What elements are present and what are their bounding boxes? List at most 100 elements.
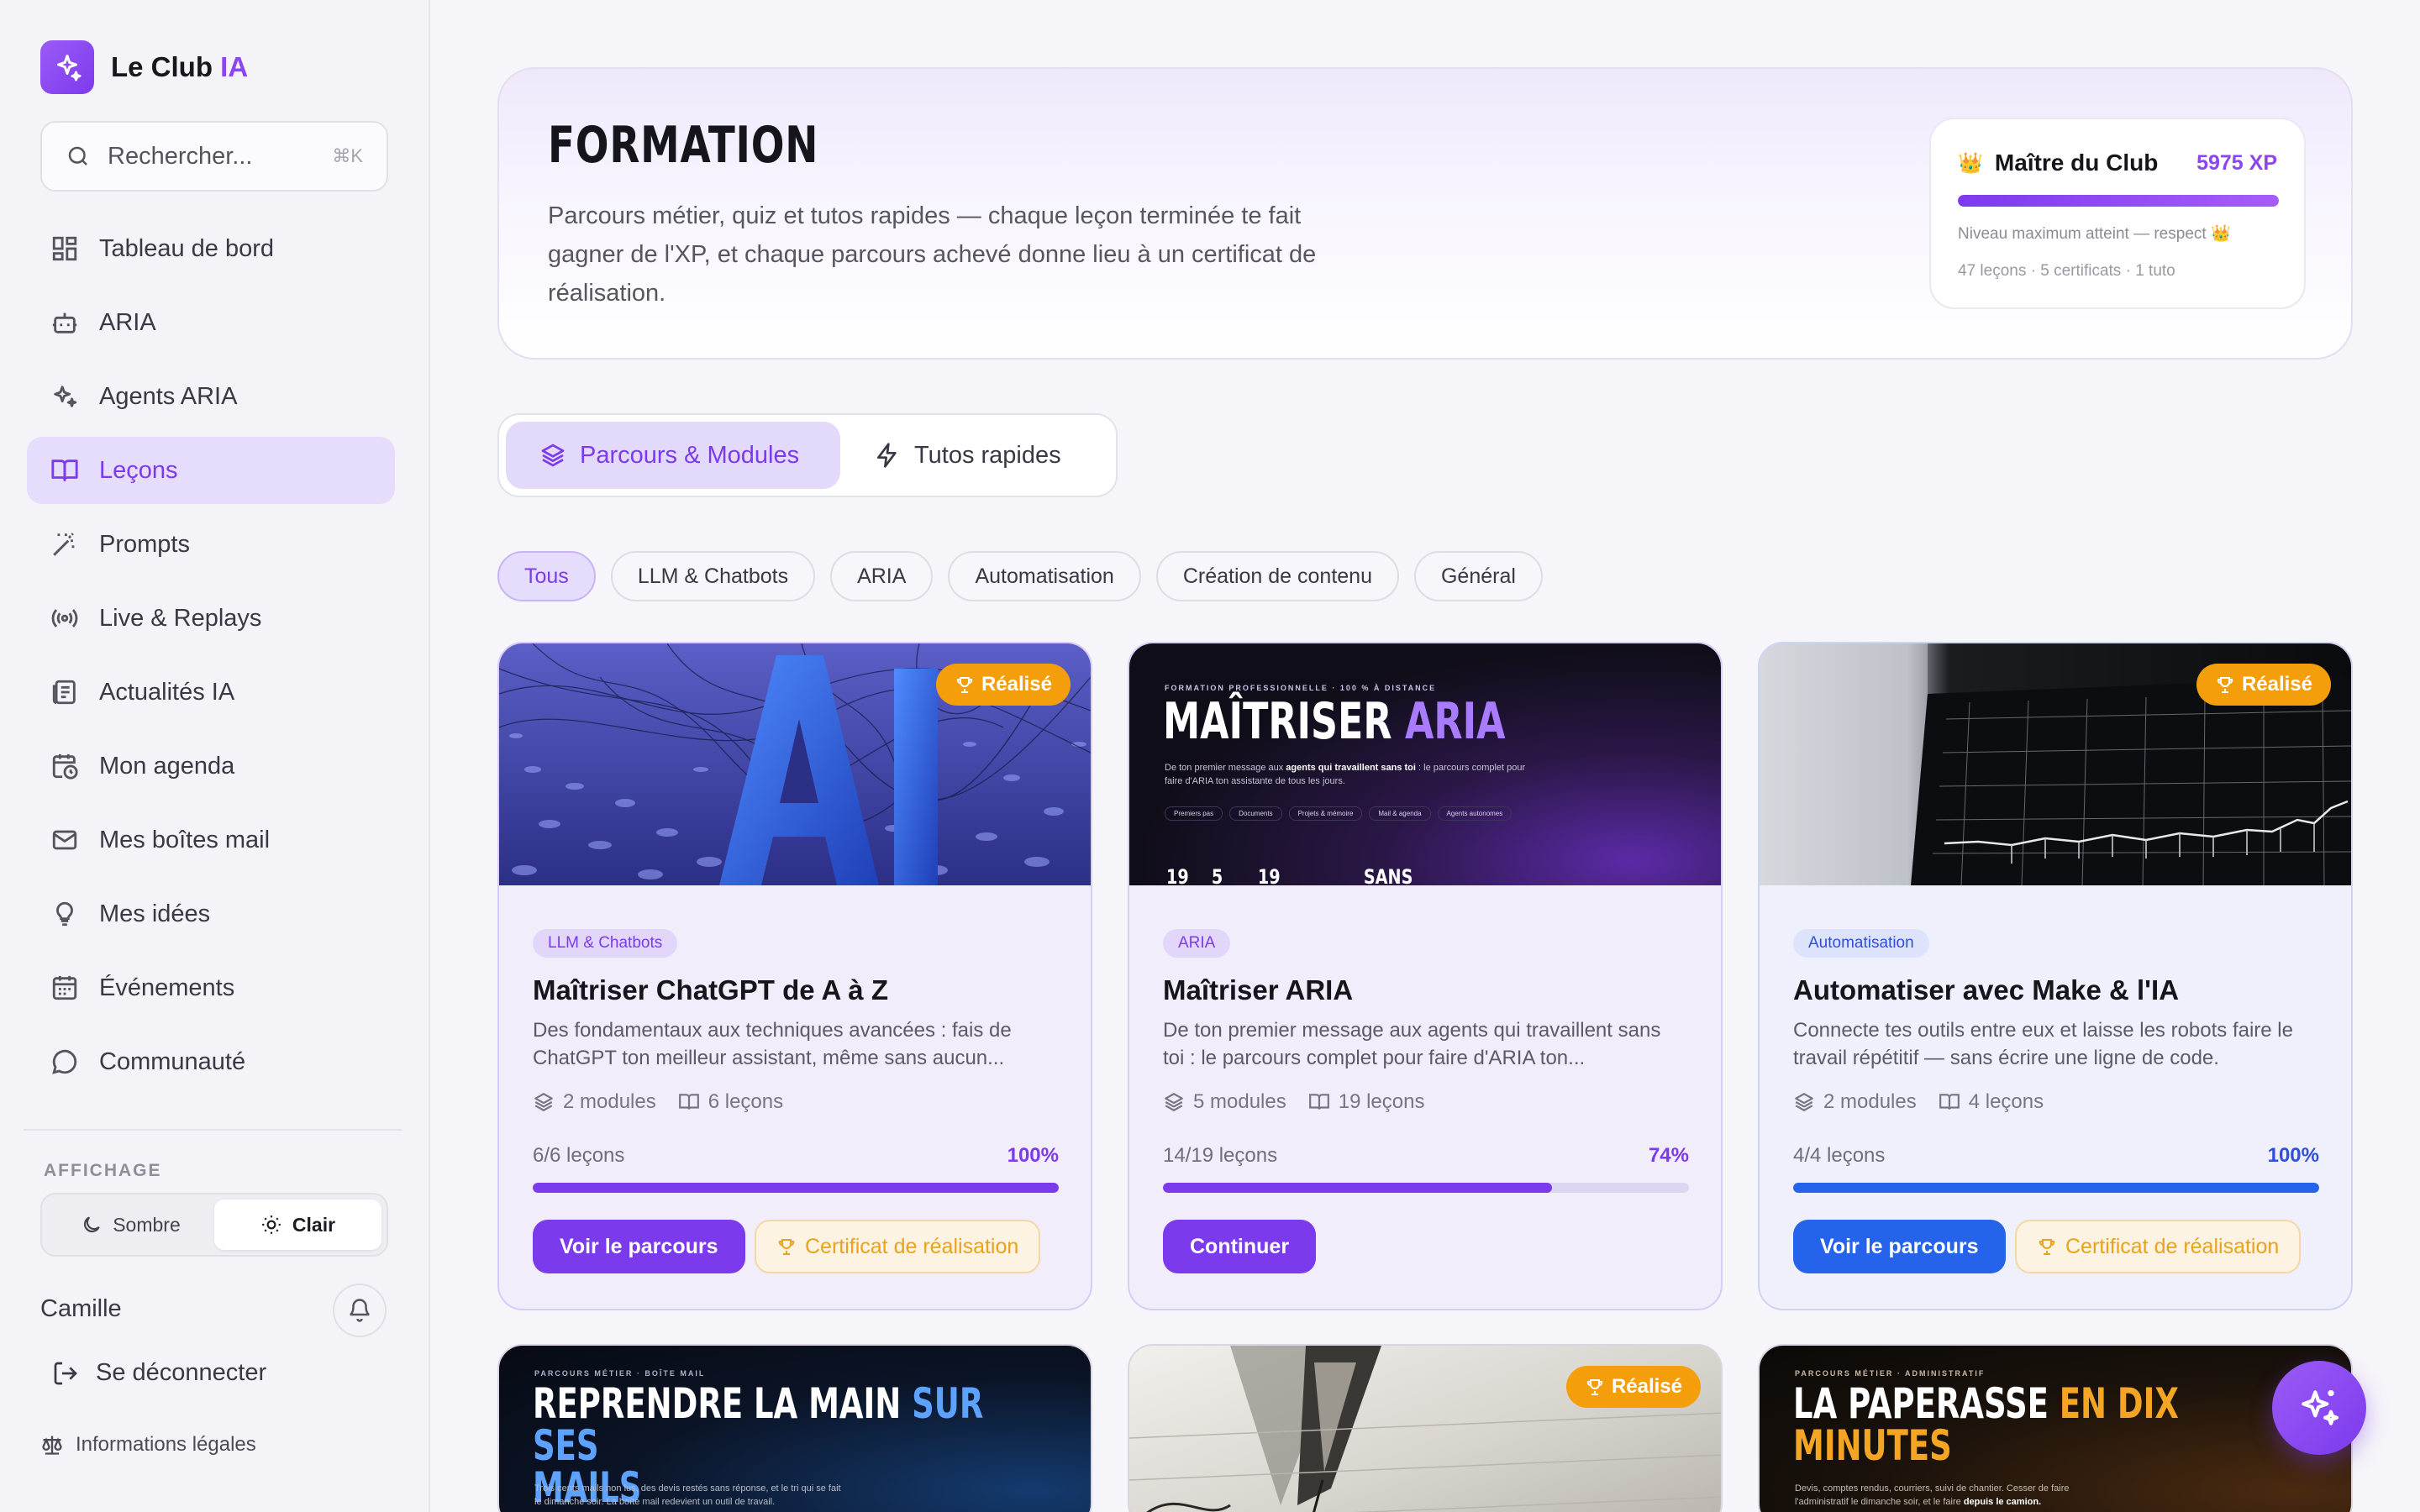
completed-badge-label: Réalisé [1611,1375,1682,1398]
theme-light-label: Clair [292,1213,336,1236]
continue-button[interactable]: Continuer [1163,1220,1317,1273]
search-icon [68,146,87,165]
course-card[interactable]: PARCOURS MÉTIER · BOÎTE MAIL REPRENDRE L… [497,1344,1092,1512]
sidebar-item-actualites-ia[interactable]: Actualités IA [27,659,395,726]
course-card[interactable]: Réalisé LLM & Chatbots Maîtriser ChatGPT… [497,642,1092,1310]
module-count: 5 modules [1193,1090,1286,1113]
sparkles-icon [54,386,77,407]
sidebar-item-label: Tableau de bord [99,234,274,262]
sidebar-item-label: Prompts [99,530,190,558]
course-card[interactable]: FORMATION PROFESSIONNELLE · 100 % À DIST… [1128,642,1723,1310]
certificate-label: Certificat de réalisation [2065,1234,2280,1258]
assistant-fab-button[interactable] [2272,1361,2366,1455]
lesson-count: 4 leçons [1968,1090,2044,1113]
course-title: Maîtriser ChatGPT de A à Z [533,974,888,1005]
trophy-icon [2217,677,2233,693]
certificate-button[interactable]: Certificat de réalisation [755,1220,1041,1273]
completed-badge-label: Réalisé [2241,673,2312,696]
book-open-icon [1308,1094,1329,1110]
brand-name: Le Club IA [111,51,249,82]
course-card[interactable]: Réalisé [1128,1344,1723,1512]
course-title: Maîtriser ARIA [1163,974,1354,1005]
search-input[interactable]: Rechercher... ⌘K [40,121,388,192]
search-placeholder: Rechercher... [108,142,253,170]
thumb-kicker: PARCOURS MÉTIER · BOÎTE MAIL [534,1369,706,1378]
certificate-button[interactable]: Certificat de réalisation [2015,1220,2302,1273]
view-course-button[interactable]: Voir le parcours [1793,1220,2006,1273]
calendar-icon [52,975,77,1000]
thumb-headline: MAÎTRISER ARIA [1163,692,1506,751]
hero-banner: FORMATION Parcours métier, quiz et tutos… [497,67,2353,360]
mail-icon [52,830,77,850]
completed-badge-label: Réalisé [981,673,1052,696]
notifications-button[interactable] [333,1284,387,1337]
category-tag: LLM & Chatbots [533,929,678,958]
tab-parcours-modules[interactable]: Parcours & Modules [506,422,840,489]
filter-chip-aria[interactable]: ARIA [830,551,934,601]
filter-chip-general[interactable]: Général [1413,551,1543,601]
progress-row: 4/4 leçons 100% [1793,1144,2319,1168]
thumb-kicker: PARCOURS MÉTIER · ADMINISTRATIF [1795,1369,1986,1378]
progress-bar [533,1183,1059,1193]
progress-row: 6/6 leçons 100% [533,1144,1059,1168]
tab-tutos-rapides[interactable]: Tutos rapides [840,422,1095,489]
logout-icon [54,1362,77,1384]
xp-progress-fill [1958,195,2279,207]
xp-stats: 47 leçons · 5 certificats · 1 tuto [1958,262,2175,280]
search-shortcut: ⌘K [332,145,363,166]
module-count: 2 modules [1823,1090,1917,1113]
brand[interactable]: Le Club IA [40,40,248,94]
filter-chip-automatisation[interactable]: Automatisation [948,551,1141,601]
progress-text: 4/4 leçons [1793,1144,1886,1167]
sidebar-item-evenements[interactable]: Événements [27,954,395,1021]
sidebar-item-label: Mes idées [99,900,211,927]
course-card[interactable]: PARCOURS MÉTIER · ADMINISTRATIF LA PAPER… [1758,1344,2353,1512]
crown-icon: 👑 [1958,151,1983,175]
thumb-kicker: FORMATION PROFESSIONNELLE · 100 % À DIST… [1165,684,1437,692]
trophy-icon [778,1239,795,1255]
xp-card: 👑 Maître du Club 5975 XP Niveau maximum … [1929,118,2306,309]
course-meta: 2 modules 6 leçons [533,1090,805,1114]
sidebar-item-live-replays[interactable]: Live & Replays [27,585,395,652]
sidebar-item-mon-agenda[interactable]: Mon agenda [27,732,395,800]
progress-bar [1163,1183,1689,1193]
trophy-icon [1586,1379,1603,1395]
completed-badge: Réalisé [1565,1366,1701,1408]
sidebar-item-tableau-de-bord[interactable]: Tableau de bord [27,215,395,282]
sidebar-item-label: Événements [99,974,235,1001]
sidebar-item-lecons[interactable]: Leçons [27,437,395,504]
category-tag: ARIA [1163,929,1231,958]
sidebar-item-prompts[interactable]: Prompts [27,511,395,578]
view-course-button[interactable]: Voir le parcours [533,1220,745,1273]
book-open-icon [1939,1094,1960,1110]
completed-badge: Réalisé [2196,664,2331,706]
sidebar-item-mes-idees[interactable]: Mes idées [27,880,395,948]
thumb-subtitle: De ton premier message aux agents qui tr… [1165,763,1526,786]
course-description: Connecte tes outils entre eux et laisse … [1793,1019,2293,1069]
page-description: Parcours métier, quiz et tutos rapides —… [548,202,1317,307]
filter-chip-llm-chatbots[interactable]: LLM & Chatbots [610,551,816,601]
sidebar-item-aria[interactable]: ARIA [27,289,395,356]
sidebar-item-communaute[interactable]: Communauté [27,1028,395,1095]
legal-link[interactable]: Informations légales [40,1433,256,1457]
sidebar-item-mes-boites-mail[interactable]: Mes boîtes mail [27,806,395,874]
logout-button[interactable]: Se déconnecter [52,1359,266,1387]
book-open-icon [51,459,78,481]
theme-toggle: Sombre Clair [40,1193,388,1257]
filter-chip-creation-contenu[interactable]: Création de contenu [1155,551,1399,601]
course-card[interactable]: Réalisé Automatisation Automatiser avec … [1758,642,2353,1310]
filter-chip-tous[interactable]: Tous [497,551,596,601]
theme-dark-label: Sombre [113,1213,181,1236]
completed-badge: Réalisé [935,664,1071,706]
theme-light-button[interactable]: Clair [214,1200,381,1250]
display-label: AFFICHAGE [44,1161,162,1180]
thumb-subtitle: Devis, comptes rendus, courriers, suivi … [1795,1483,2070,1507]
legal-label: Informations légales [76,1433,256,1456]
theme-dark-button[interactable]: Sombre [47,1200,214,1250]
sidebar-item-label: Live & Replays [99,604,262,632]
certificate-label: Certificat de réalisation [805,1234,1019,1258]
tab-label: Tutos rapides [914,441,1061,469]
course-thumbnail: Réalisé [1760,643,2351,885]
sidebar-item-label: Mon agenda [99,752,235,780]
sidebar-item-agents-aria[interactable]: Agents ARIA [27,363,395,430]
